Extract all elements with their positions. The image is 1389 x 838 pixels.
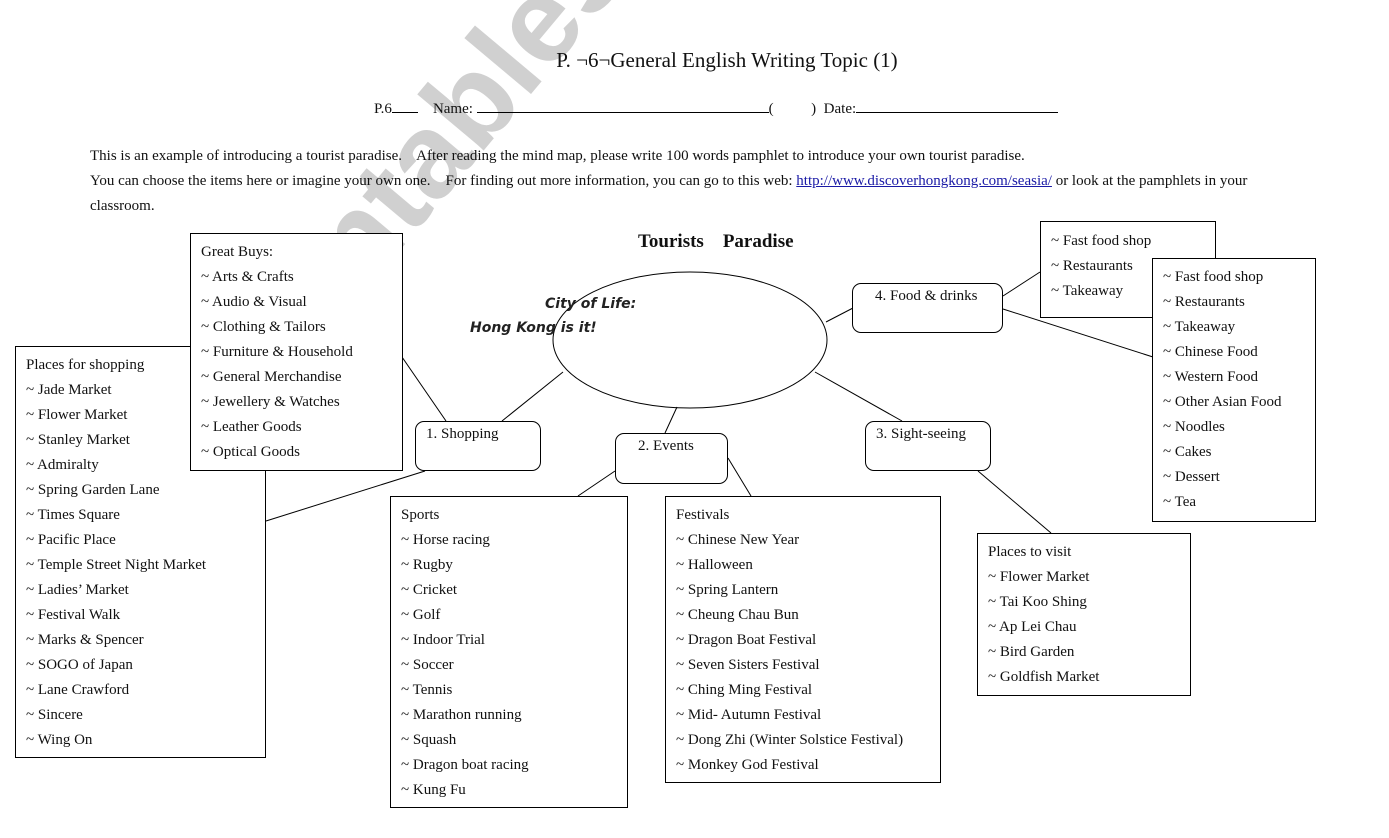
paren-close: ) (811, 101, 817, 117)
festival-item: ~ Seven Sisters Festival (676, 657, 820, 673)
sports-item: ~ Dragon boat racing (401, 757, 529, 773)
mindmap-title: Tourists Paradise (638, 231, 794, 252)
places-to-visit-item: ~ Flower Market (988, 569, 1090, 585)
instructions: This is an example of introducing a tour… (90, 144, 1380, 219)
great-buys-item: ~ Optical Goods (201, 444, 300, 460)
food-large-item: ~ Fast food shop (1163, 269, 1264, 285)
food-large-item: ~ Chinese Food (1163, 344, 1258, 360)
places-to-visit-item: ~ Bird Garden (988, 644, 1075, 660)
festival-item: ~ Mid- Autumn Festival (676, 707, 822, 723)
food-large-item: ~ Noodles (1163, 419, 1225, 435)
festival-item: ~ Monkey God Festival (676, 757, 819, 773)
name-blank[interactable] (476, 98, 769, 113)
paren-open: ( (768, 101, 774, 117)
shopping-place-item: ~ Sincere (26, 707, 83, 723)
center-ellipse (552, 271, 828, 409)
instructions-line-2-text: You can choose the items here or imagine… (90, 173, 797, 189)
great-buys-item: ~ Jewellery & Watches (201, 394, 340, 410)
class-label: P.6 (374, 101, 392, 117)
places-to-visit-item: ~ Ap Lei Chau (988, 619, 1077, 635)
shopping-place-item: ~ Ladies’ Market (26, 582, 129, 598)
food-large-item: ~ Takeaway (1163, 319, 1236, 335)
connector-events-sports (577, 470, 616, 497)
great-buys-item: ~ General Merchandise (201, 369, 342, 385)
connector-events-festivals (727, 457, 752, 497)
sports-item: ~ Tennis (401, 682, 453, 698)
sports-item: ~ Rugby (401, 557, 453, 573)
places-to-visit-item: ~ Tai Koo Shing (988, 594, 1087, 610)
student-info-line: P.6 Name: ( ) Date: (374, 98, 1059, 118)
discover-hk-link[interactable]: http://www.discoverhongkong.com/seasia/ (796, 173, 1052, 189)
sports-heading: Sports (401, 507, 440, 523)
great-buys-item: ~ Arts & Crafts (201, 269, 294, 285)
connector-center-food (825, 307, 854, 323)
instructions-line-2: You can choose the items here or imagine… (90, 169, 1380, 194)
food-large-box: ~ Fast food shop ~ Restaurants ~ Takeaway ~… (1152, 258, 1316, 522)
center-slogan-line-2: Hong Kong is it! (470, 320, 597, 336)
festival-item: ~ Chinese New Year (676, 532, 800, 548)
instructions-line-3: classroom. (90, 198, 155, 214)
sports-box: Sports ~ Horse racing ~ Rugby ~ Cricket ~ G… (390, 496, 628, 808)
great-buys-item: ~ Furniture & Household (201, 344, 353, 360)
shopping-place-item: ~ Wing On (26, 732, 93, 748)
sports-item: ~ Kung Fu (401, 782, 466, 798)
date-blank[interactable] (856, 98, 1059, 113)
sports-item: ~ Cricket (401, 582, 458, 598)
shopping-place-item: ~ Temple Street Night Market (26, 557, 207, 573)
connector-center-events (664, 406, 678, 434)
connector-food-small (1002, 271, 1041, 297)
sports-item: ~ Squash (401, 732, 457, 748)
food-large-item: ~ Cakes (1163, 444, 1212, 460)
sports-item: ~ Golf (401, 607, 441, 623)
festival-item: ~ Halloween (676, 557, 753, 573)
festivals-heading: Festivals (676, 507, 730, 523)
shopping-place-item: ~ Pacific Place (26, 532, 116, 548)
instructions-line-1: This is an example of introducing a tour… (90, 148, 1025, 164)
node-shopping: 1. Shopping (415, 421, 541, 471)
shopping-place-item: ~ Marks & Spencer (26, 632, 144, 648)
connector-greatbuys-shopping (401, 356, 447, 422)
food-large-item: ~ Western Food (1163, 369, 1258, 385)
places-to-visit-heading: Places to visit (988, 544, 1072, 560)
name-label: Name: (432, 101, 473, 117)
festival-item: ~ Dong Zhi (Winter Solstice Festival) (676, 732, 904, 748)
sports-item: ~ Soccer (401, 657, 454, 673)
sports-item: ~ Horse racing (401, 532, 490, 548)
food-large-item: ~ Other Asian Food (1163, 394, 1282, 410)
great-buys-heading: Great Buys: (201, 244, 274, 260)
festival-item: ~ Cheung Chau Bun (676, 607, 799, 623)
shopping-place-item: ~ Times Square (26, 507, 120, 523)
places-to-visit-item: ~ Goldfish Market (988, 669, 1100, 685)
node-events: 2. Events (615, 433, 728, 484)
food-large-item: ~ Restaurants (1163, 294, 1245, 310)
festivals-box: Festivals ~ Chinese New Year ~ Halloween ~… (665, 496, 941, 783)
shopping-place-item: ~ Lane Crawford (26, 682, 130, 698)
festival-item: ~ Spring Lantern (676, 582, 779, 598)
node-food-drinks: 4. Food & drinks (852, 283, 1003, 333)
sports-item: ~ Marathon running (401, 707, 522, 723)
places-to-visit-box: Places to visit ~ Flower Market ~ Tai Koo… (977, 533, 1191, 696)
festival-item: ~ Dragon Boat Festival (676, 632, 817, 648)
instructions-line-2-tail: or look at the pamphlets in your (1051, 173, 1248, 189)
connector-center-sightseeing (814, 371, 903, 422)
node-sightseeing: 3. Sight-seeing (865, 421, 991, 471)
festival-item: ~ Ching Ming Festival (676, 682, 813, 698)
connector-sightseeing-places (977, 470, 1052, 534)
class-blank[interactable] (391, 98, 418, 113)
food-large-item: ~ Dessert (1163, 469, 1220, 485)
food-large-item: ~ Tea (1163, 494, 1197, 510)
sports-item: ~ Indoor Trial (401, 632, 485, 648)
date-label: Date: (823, 101, 857, 117)
page-title: P. ¬6¬General English Writing Topic (1) (556, 48, 898, 72)
shopping-place-item: ~ SOGO of Japan (26, 657, 133, 673)
shopping-place-item: ~ Spring Garden Lane (26, 482, 160, 498)
shopping-place-item: ~ Festival Walk (26, 607, 121, 623)
great-buys-item: ~ Audio & Visual (201, 294, 307, 310)
center-slogan-line-1: City of Life: (545, 296, 637, 312)
great-buys-item: ~ Leather Goods (201, 419, 302, 435)
connector-center-shopping (501, 371, 564, 422)
great-buys-item: ~ Clothing & Tailors (201, 319, 326, 335)
great-buys-box: Great Buys: ~ Arts & Crafts ~ Audio & Vis… (190, 233, 403, 471)
food-small-item: ~ Fast food shop (1051, 233, 1152, 249)
